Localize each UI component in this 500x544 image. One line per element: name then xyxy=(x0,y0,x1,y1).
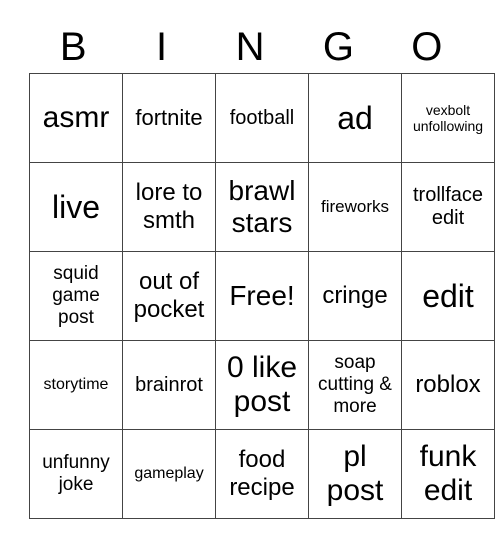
bingo-cell[interactable]: brawl stars xyxy=(215,162,309,252)
grid-row: live lore to smth brawl stars fireworks … xyxy=(29,162,495,252)
bingo-cell[interactable]: unfunny joke xyxy=(29,429,123,519)
grid-row: unfunny joke gameplay food recipe pl pos… xyxy=(29,429,495,519)
bingo-cell[interactable]: live xyxy=(29,162,123,252)
bingo-cell[interactable]: roblox xyxy=(401,340,495,430)
bingo-cell[interactable]: asmr xyxy=(29,73,123,163)
header-letter-b: B xyxy=(59,25,87,69)
bingo-cell[interactable]: ad xyxy=(308,73,402,163)
header-letter-o: O xyxy=(411,25,443,69)
bingo-cell[interactable]: cringe xyxy=(308,251,402,341)
bingo-cell[interactable]: edit xyxy=(401,251,495,341)
free-space-cell[interactable]: Free! xyxy=(215,251,309,341)
bingo-cell[interactable]: out of pocket xyxy=(122,251,216,341)
bingo-cell[interactable]: trollface edit xyxy=(401,162,495,252)
bingo-cell[interactable]: brainrot xyxy=(122,340,216,430)
bingo-cell[interactable]: soap cutting & more xyxy=(308,340,402,430)
bingo-grid: asmr fortnite football ad vexbolt unfoll… xyxy=(29,73,495,519)
header-letter-n: N xyxy=(235,25,265,69)
header-letter-i: I xyxy=(156,25,168,69)
bingo-cell[interactable]: funk edit xyxy=(401,429,495,519)
bingo-cell[interactable]: fireworks xyxy=(308,162,402,252)
bingo-cell[interactable]: fortnite xyxy=(122,73,216,163)
bingo-cell[interactable]: food recipe xyxy=(215,429,309,519)
bingo-cell[interactable]: vexbolt unfollowing xyxy=(401,73,495,163)
bingo-cell[interactable]: gameplay xyxy=(122,429,216,519)
bingo-cell[interactable]: squid game post xyxy=(29,251,123,341)
bingo-cell[interactable]: pl post xyxy=(308,429,402,519)
grid-row: squid game post out of pocket Free! crin… xyxy=(29,251,495,341)
bingo-cell[interactable]: storytime xyxy=(29,340,123,430)
grid-row: storytime brainrot 0 like post soap cutt… xyxy=(29,340,495,430)
bingo-header: B I N G O xyxy=(29,22,471,72)
bingo-cell[interactable]: football xyxy=(215,73,309,163)
bingo-cell[interactable]: lore to smth xyxy=(122,162,216,252)
header-letter-g: G xyxy=(322,25,354,69)
grid-row: asmr fortnite football ad vexbolt unfoll… xyxy=(29,73,495,163)
bingo-cell[interactable]: 0 like post xyxy=(215,340,309,430)
